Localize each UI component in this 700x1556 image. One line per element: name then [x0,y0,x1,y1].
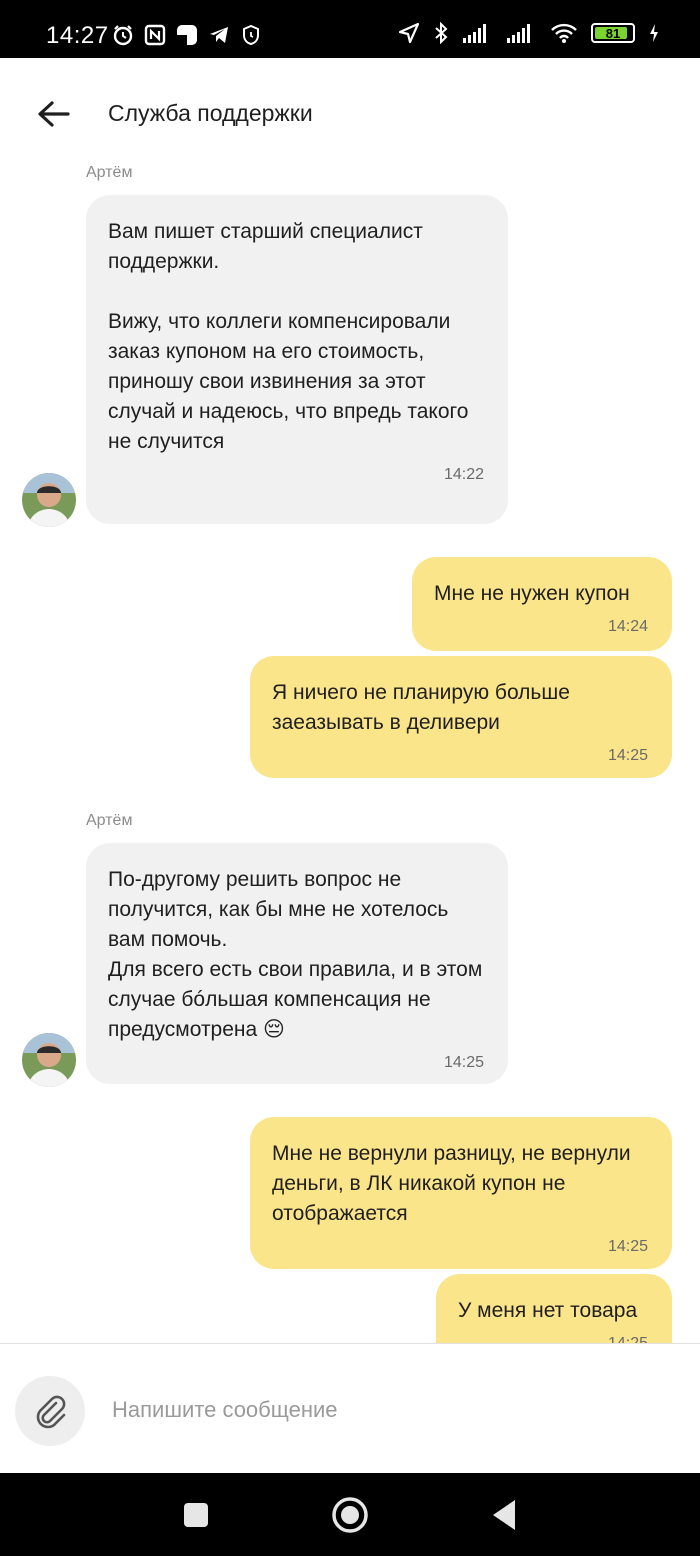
incoming-message[interactable]: Вам пишет старший специалист поддержки. … [86,195,508,524]
message-time: 14:25 [607,747,648,764]
message-text: Я ничего не планирую больше заеазывать в… [272,681,576,734]
app-icon [176,24,198,46]
message-text: У меня нет товара [458,1299,638,1322]
outgoing-message[interactable]: Мне не вернули разницу, не вернули деньг… [250,1117,672,1269]
attach-button[interactable] [15,1376,85,1446]
message-input[interactable] [112,1390,672,1430]
battery-icon: 81 [588,22,638,44]
recents-square-icon [184,1503,208,1527]
message-text: По-другому решить вопрос не получится, к… [108,868,483,1041]
message-time: 14:22 [443,466,484,483]
message-time: 14:25 [607,1238,648,1255]
signal-icon [506,22,540,44]
telegram-icon [208,24,230,46]
message-time: 14:25 [443,1054,484,1071]
location-icon [398,22,420,44]
wifi-icon [550,22,578,44]
incoming-message[interactable]: По-другому решить вопрос не получится, к… [86,843,508,1084]
nfc-icon [144,24,166,46]
alarm-icon [112,24,134,46]
sender-name: Артём [86,812,133,829]
signal-icon [462,22,496,44]
back-triangle-icon [493,1500,515,1530]
outgoing-message[interactable]: Я ничего не планирую больше заеазывать в… [250,656,672,778]
bluetooth-icon [430,22,452,44]
message-time: 14:24 [607,618,648,635]
sender-name: Артём [86,164,133,181]
status-icons-left [112,24,262,46]
recents-button[interactable] [176,1495,216,1535]
navigation-bar [0,1473,700,1556]
avatar[interactable] [22,1033,76,1087]
message-text: Вам пишет старший специалист поддержки. … [108,220,469,453]
message-composer [0,1343,700,1473]
paperclip-icon [36,1395,66,1429]
message-text: Мне не нужен купон [434,582,630,605]
home-button[interactable] [330,1495,370,1535]
charging-icon [648,22,660,44]
back-button[interactable] [30,94,78,134]
back-nav-button[interactable] [484,1495,524,1535]
arrow-left-icon [38,101,70,127]
avatar[interactable] [22,473,76,527]
battery-level: 81 [605,25,621,41]
chat-header: Служба поддержки [0,58,700,168]
status-bar: 14:27 81 [0,0,700,58]
home-circle-icon [332,1497,368,1533]
status-time: 14:27 [46,22,109,49]
page-title: Служба поддержки [108,100,313,126]
outgoing-message[interactable]: Мне не нужен купон 14:24 [412,557,672,651]
message-text: Мне не вернули разницу, не вернули деньг… [272,1142,637,1225]
vpn-icon [240,24,262,46]
status-icons-right: 81 [398,22,660,44]
